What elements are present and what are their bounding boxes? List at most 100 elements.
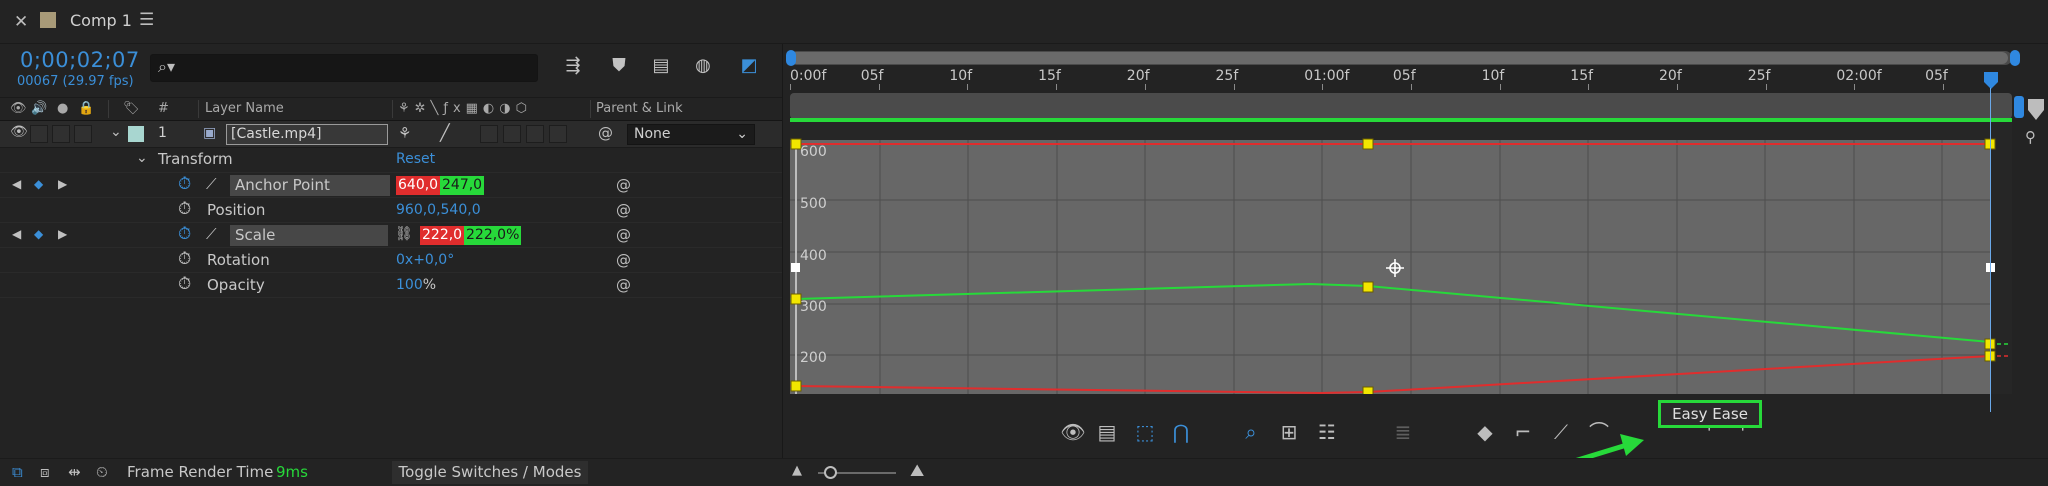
audio-switch-icon[interactable]: 🔊 xyxy=(31,101,47,116)
graph-keyframes[interactable] xyxy=(790,138,1996,394)
snap-icon[interactable]: ⋂ xyxy=(1166,418,1196,446)
eye-icon[interactable]: 👁 xyxy=(10,124,28,140)
scale-x-value[interactable]: 222,0 xyxy=(420,226,465,245)
expression-pickwhip-icon[interactable]: @ xyxy=(616,226,631,244)
comp-tab-title[interactable]: Comp 1 xyxy=(70,11,132,30)
in-out-pane-icon[interactable]: ⇹ xyxy=(68,463,81,481)
motion-blur-switch[interactable] xyxy=(526,125,544,143)
composition-flowchart-icon[interactable]: ⇶ xyxy=(560,55,586,79)
video-switch-icon[interactable]: 👁 xyxy=(10,101,27,116)
next-keyframe-icon[interactable]: ▶ xyxy=(58,227,67,241)
separate-dimensions-icon[interactable]: ☷ xyxy=(1312,418,1342,446)
keyframe-menu-icon[interactable]: ◆ xyxy=(1470,418,1500,446)
zoom-in-icon[interactable]: ⛰ xyxy=(910,461,924,481)
zoom-out-icon[interactable]: ▲ xyxy=(792,463,802,478)
time-navigator-range[interactable] xyxy=(790,52,2008,64)
current-timecode[interactable]: 0;00;02;07 xyxy=(20,48,140,72)
lock-switch-icon[interactable]: 🔒 xyxy=(78,101,94,116)
layer-name-field[interactable]: [Castle.mp4] xyxy=(226,124,388,145)
time-ruler[interactable]: 0:00f 05f 10f 15f 20f 25f 01:00f 05f 10f 15f 20f 25… xyxy=(790,64,2012,90)
anchor-y-value[interactable]: 247,0 xyxy=(440,176,485,195)
transfer-controls-icon[interactable]: ⧈ xyxy=(40,463,50,481)
time-ruler-tick xyxy=(1233,84,1235,90)
graph-curves[interactable] xyxy=(790,122,2012,394)
property-row-position[interactable]: ⏱ Position 960,0,540,0 @ xyxy=(0,198,782,223)
work-area-bar[interactable] xyxy=(790,93,2012,119)
fit-all-icon[interactable]: ⊞ xyxy=(1274,418,1304,446)
next-keyframe-icon[interactable]: ▶ xyxy=(58,177,67,191)
curve-scale[interactable] xyxy=(795,355,1991,394)
property-row-rotation[interactable]: ⏱ Rotation 0x+0,0° @ xyxy=(0,248,782,273)
property-row-anchor-point[interactable]: ◀ ◆ ▶ ⏱ ⟋ Anchor Point 640,0 247,0 @ xyxy=(0,173,782,198)
shy-switch-icon[interactable]: ⚘ xyxy=(398,124,411,142)
layer-row[interactable]: 👁 ⌄ 1 ▣ [Castle.mp4] ⚘ ╱ @ None ⌄ xyxy=(0,121,782,148)
rotation-value[interactable]: 0x+0,0° xyxy=(396,252,454,268)
stopwatch-icon[interactable]: ⏱ xyxy=(178,174,191,194)
zoom-slider-thumb[interactable] xyxy=(824,466,837,479)
transform-anchor-icon[interactable] xyxy=(1386,259,1404,277)
opacity-value[interactable]: 100% xyxy=(396,277,436,293)
opacity-unit: % xyxy=(422,277,437,293)
toggle-switches-modes-button[interactable]: Toggle Switches / Modes xyxy=(392,461,588,484)
prev-keyframe-icon[interactable]: ◀ xyxy=(12,227,21,241)
pin-icon[interactable]: ⚲ xyxy=(2025,128,2036,146)
layer-search-input[interactable] xyxy=(150,54,538,82)
expression-pickwhip-icon[interactable]: @ xyxy=(616,251,631,269)
anchor-x-value[interactable]: 640,0 xyxy=(396,176,441,195)
layer-switches-pane-icon[interactable]: ⧉ xyxy=(12,463,23,481)
graph-editor-icon[interactable]: ◩ xyxy=(736,55,762,79)
transform-box-icon[interactable]: ⬚ xyxy=(1130,418,1160,446)
transform-group-row[interactable]: ⌄ Transform Reset xyxy=(0,148,782,173)
eye-icon[interactable]: 👁 xyxy=(1058,418,1088,446)
lock-toggle[interactable] xyxy=(74,125,92,143)
transform-reset-link[interactable]: Reset xyxy=(396,151,435,167)
fit-selection-icon[interactable]: ⌕ xyxy=(1236,418,1266,446)
column-layer-name[interactable]: Layer Name xyxy=(205,101,284,116)
shy-layers-icon[interactable]: ⛊ xyxy=(606,55,632,79)
label-tag-icon[interactable]: 🏷 xyxy=(123,101,140,116)
bounding-box-handle[interactable] xyxy=(791,263,800,272)
solo-switch-icon[interactable]: ● xyxy=(57,101,68,116)
frame-blend-switch[interactable] xyxy=(503,125,521,143)
solo-toggle[interactable] xyxy=(52,125,70,143)
pick-whip-icon[interactable]: @ xyxy=(598,124,613,142)
stopwatch-icon[interactable]: ⏱ xyxy=(178,199,191,219)
expression-pickwhip-icon[interactable]: @ xyxy=(616,201,631,219)
panel-menu-icon[interactable]: ☰ xyxy=(139,10,154,30)
time-ruler-label: 20f xyxy=(1126,68,1150,84)
fx-switch[interactable] xyxy=(480,125,498,143)
prev-keyframe-icon[interactable]: ◀ xyxy=(12,177,21,191)
adjustment-switch[interactable] xyxy=(549,125,567,143)
keyframe-diamond-icon[interactable]: ◆ xyxy=(34,227,43,241)
graph-type-menu-icon[interactable]: ▤ xyxy=(1092,418,1122,446)
scale-y-value[interactable]: 222,0% xyxy=(464,226,522,245)
property-row-opacity[interactable]: ⏱ Opacity 100% @ xyxy=(0,273,782,298)
render-time-icon[interactable]: ⏲ xyxy=(96,463,108,481)
close-tab-icon[interactable]: ✕ xyxy=(14,12,28,32)
chevron-down-icon[interactable]: ⌄ xyxy=(110,124,122,140)
current-time-indicator-head[interactable] xyxy=(1982,72,2000,90)
work-area-end-tab[interactable] xyxy=(2014,96,2024,118)
parent-dropdown[interactable]: None ⌄ xyxy=(627,124,755,145)
stopwatch-icon[interactable]: ⏱ xyxy=(178,274,191,294)
property-row-scale[interactable]: ◀ ◆ ▶ ⏱ ⟋ Scale ⛓ 222,0 222,0% @ xyxy=(0,223,782,248)
expression-pickwhip-icon[interactable]: @ xyxy=(616,276,631,294)
constrain-proportions-icon[interactable]: ⛓ xyxy=(395,226,413,242)
search-icon[interactable]: ⌕▾ xyxy=(158,57,175,77)
graph-toggle-icon[interactable]: ⟋ xyxy=(206,175,217,193)
audio-toggle[interactable] xyxy=(30,125,48,143)
curve-anchor-y[interactable] xyxy=(795,282,1991,343)
time-ruler-tick xyxy=(1322,84,1324,90)
stopwatch-icon[interactable]: ⏱ xyxy=(178,249,191,269)
position-value[interactable]: 960,0,540,0 xyxy=(396,202,481,218)
stopwatch-icon[interactable]: ⏱ xyxy=(178,224,191,244)
graph-toggle-icon[interactable]: ⟋ xyxy=(206,225,217,243)
frame-blending-icon[interactable]: ▤ xyxy=(648,55,674,79)
keyframe-diamond-icon[interactable]: ◆ xyxy=(34,177,43,191)
column-parent-link[interactable]: Parent & Link xyxy=(596,101,683,116)
quality-switch-icon[interactable]: ╱ xyxy=(440,123,450,142)
expression-pickwhip-icon[interactable]: @ xyxy=(616,176,631,194)
motion-blur-icon[interactable]: ◍ xyxy=(690,55,716,79)
layer-label-color[interactable] xyxy=(128,126,144,142)
chevron-down-icon[interactable]: ⌄ xyxy=(136,150,148,166)
